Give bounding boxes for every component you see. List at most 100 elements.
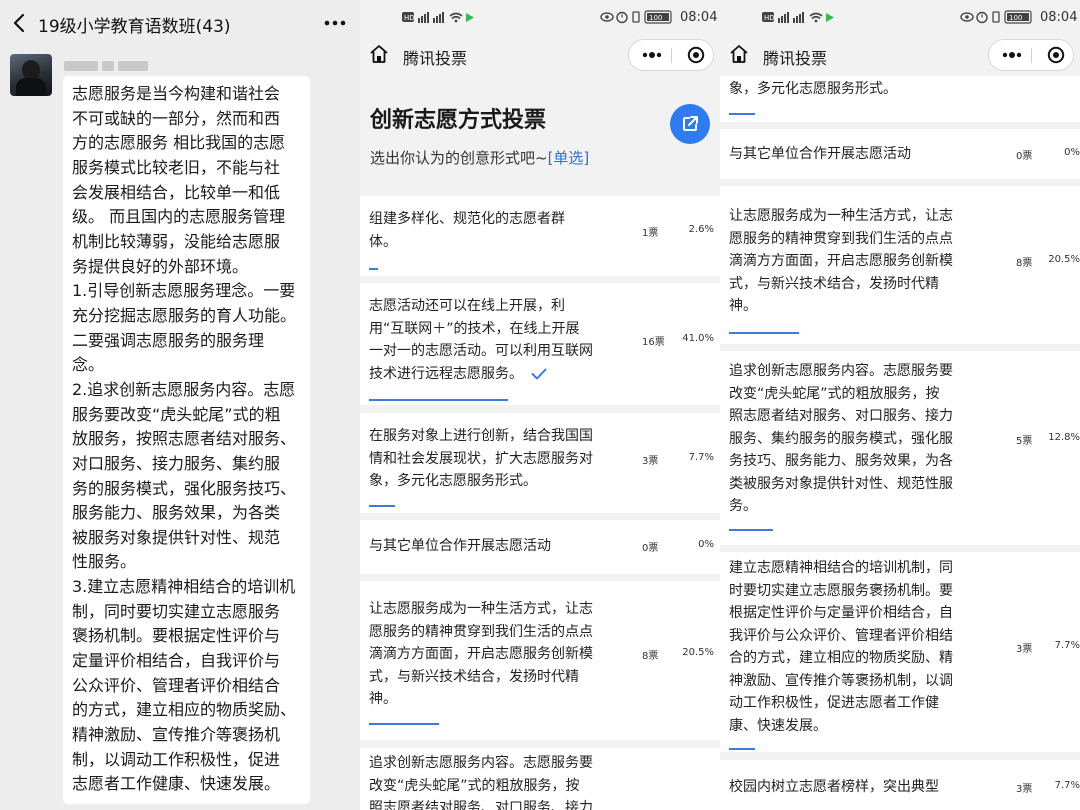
vote-option[interactable]: 志愿活动还可以在线上开展，利 用“互联网＋”的技术，在线上开展 一对一的志愿活动。可… — [360, 283, 720, 405]
vote-percentage: 0% — [1064, 147, 1080, 159]
vote-option[interactable]: 与其它单位合作开展志愿活动 0票 0% — [360, 520, 720, 574]
vote-option[interactable]: 与其它单位合作开展志愿活动 0票 0% — [720, 129, 1080, 179]
vote-progress-bar — [729, 529, 773, 531]
message-line: 的方式，建立相应的物质奖励、 — [72, 700, 297, 720]
system-status: 100 08:04 — [960, 9, 1077, 25]
vote-option-line: 象，多元化志愿服务形式。 — [729, 81, 897, 97]
single-choice-tag: [单选] — [547, 149, 590, 167]
vote-option-line: 志愿活动还可以在线上开展，利 — [369, 298, 565, 314]
vote-option-line: 式，与新兴技术结合，发扬时代精 — [369, 668, 579, 685]
mini-program-bar: 腾讯投票 — [720, 36, 1080, 76]
vote-option-line: 象，多元化志愿服务形式。 — [369, 473, 537, 489]
vote-option[interactable]: 在服务对象上进行创新，结合我国国 情和社会发展现状，扩大志愿服务对 象，多元化志愿服… — [360, 413, 720, 513]
message-line: 二要强调志愿服务的服务理 — [72, 330, 265, 350]
vote-option-line: 务技巧、服务能力、服务效果，为各 — [729, 453, 953, 469]
more-icon[interactable] — [641, 47, 663, 63]
chat-panel: 19级小学教育语数班(43) 志愿服务是当今构建和谐社会 不可或缺的一部分，然而和… — [0, 0, 360, 810]
message-line: 性服务。 — [72, 552, 137, 572]
vote-option-line: 神。 — [729, 298, 757, 314]
battery-level: 100 — [649, 14, 662, 22]
vote-percentage: 7.7% — [1054, 780, 1080, 792]
vote-option-text: 在服务对象上进行创新，结合我国国 情和社会发展现状，扩大志愿服务对 象，多元化志愿服… — [369, 425, 607, 493]
vote-count: 16票 — [642, 337, 665, 348]
message-line: 念。 — [72, 355, 105, 375]
vote-option-text: 象，多元化志愿服务形式。 — [729, 78, 967, 101]
vote-panel-scrolled: HD 100 08:04 腾讯投票 象，多元化志愿服务形式。 与其它单位合作开展… — [720, 0, 1080, 810]
vote-option-line: 神激励、宣传推介等褒扬机制，以调 — [729, 672, 953, 689]
message-line: 被服务对象提供针对性、规范 — [72, 527, 281, 547]
vote-progress-bar — [729, 748, 755, 750]
vote-option[interactable]: 让志愿服务成为一种生活方式，让志 愿服务的精神贯穿到我们生活的点点 滴滴方方面面，开… — [360, 581, 720, 740]
vote-count: 3票 — [642, 455, 659, 467]
share-button[interactable] — [670, 104, 710, 144]
svg-text:HD: HD — [404, 14, 415, 22]
avatar[interactable] — [10, 54, 52, 96]
vote-progress-bar — [369, 723, 439, 725]
message-line: 对口服务、接力服务、集约服 — [72, 453, 281, 473]
vote-progress-bar — [369, 505, 395, 507]
message-line: 放服务，按照志愿者结对服务、 — [72, 429, 297, 449]
vote-option-line: 动工作积极性，促进志愿者工作健 — [729, 695, 939, 711]
vote-option-line: 根据定性评价与定量评价相结合，自 — [729, 605, 953, 621]
message-line: 级。 而且国内的志愿服务管理 — [72, 207, 286, 227]
vote-option-line: 追求创新志愿服务内容。志愿服务要 — [729, 363, 953, 379]
vote-option-line: 用“互联网＋”的技术，在线上开展 — [369, 320, 580, 337]
status-bar: HD 100 08:04 — [720, 0, 1080, 36]
mini-program-title: 腾讯投票 — [763, 49, 828, 68]
home-icon[interactable] — [368, 43, 390, 65]
clock: 08:04 — [1040, 9, 1078, 25]
more-icon[interactable] — [1001, 47, 1023, 63]
message-bubble[interactable]: 志愿服务是当今构建和谐社会 不可或缺的一部分，然而和西 方的志愿服务 相比我国的志愿… — [63, 76, 310, 804]
vote-option-line: 改变“虎头蛇尾”式的粗放服务，按 — [369, 777, 580, 794]
vote-option[interactable]: 追求创新志愿服务内容。志愿服务要 改变“虎头蛇尾”式的粗放服务，按 照志愿者结对服务… — [360, 748, 720, 810]
message-line: 不可或缺的一部分，然而和西 — [72, 108, 281, 128]
clock: 08:04 — [680, 9, 718, 25]
vote-subtitle-text: 选出你认为的创意形式吧~ — [370, 149, 548, 167]
home-icon[interactable] — [728, 43, 750, 65]
message-line: 精神激励、宣传推介等褒扬机 — [72, 725, 281, 745]
vote-progress-bar — [729, 332, 799, 334]
vote-option-line: 时要切实建立志愿服务褒扬机制。要 — [729, 582, 953, 599]
vote-option[interactable]: 建立志愿精神相结合的培训机制，同 时要切实建立志愿服务褒扬机制。要 根据定性评价与定… — [720, 552, 1080, 752]
vote-option[interactable]: 校园内树立志愿者榜样，突出典型 3票 7.7% — [720, 760, 1080, 810]
vote-option[interactable]: 象，多元化志愿服务形式。 — [720, 76, 1080, 122]
message-line: 褒扬机制。要根据定性评价与 — [72, 626, 281, 646]
vote-option[interactable]: 让志愿服务成为一种生活方式，让志 愿服务的精神贯穿到我们生活的点点 滴滴方方面面，开… — [720, 186, 1080, 344]
vote-count: 0票 — [642, 543, 659, 555]
vote-option-text: 追求创新志愿服务内容。志愿服务要 改变“虎头蛇尾”式的粗放服务，按 照志愿者结对服务… — [729, 360, 967, 518]
vote-progress-bar — [369, 399, 508, 401]
message-line: 服务能力、服务效果，为各类 — [72, 503, 281, 523]
vote-option-line: 让志愿服务成为一种生活方式，让志 — [369, 601, 593, 617]
close-miniprogram-icon[interactable] — [1047, 46, 1065, 64]
message-line: 3.建立志愿精神相结合的培训机 — [72, 577, 296, 597]
vote-option-line: 照志愿者结对服务、对口服务、接力 — [729, 408, 953, 424]
chat-title: 19级小学教育语数班(43) — [38, 17, 231, 37]
selected-check-icon — [531, 368, 547, 379]
message-line: 务的服务模式，强化服务技巧、 — [72, 478, 297, 498]
vote-option-line: 服务、集约服务的服务模式，强化服 — [729, 430, 953, 447]
vote-option-text: 追求创新志愿服务内容。志愿服务要 改变“虎头蛇尾”式的粗放服务，按 照志愿者结对服务… — [369, 752, 607, 810]
vote-option-text: 建立志愿精神相结合的培训机制，同 时要切实建立志愿服务褒扬机制。要 根据定性评价与定… — [729, 557, 967, 737]
vote-option-line: 我评价与公众评价、管理者评价相结 — [729, 627, 953, 644]
vote-option-text: 校园内树立志愿者榜样，突出典型 — [729, 776, 967, 799]
close-miniprogram-icon[interactable] — [687, 46, 705, 64]
vote-panel-top: HD 100 08:04 腾讯投票 创新志愿方式投票 选出你认为的创意形式吧~[… — [360, 0, 720, 810]
back-arrow-icon[interactable] — [8, 10, 32, 36]
message-line: 务提供良好的外部环境。 — [72, 256, 249, 276]
vote-option-line: 愿服务的精神贯穿到我们生活的点点 — [729, 230, 953, 247]
message-line: 2.追求创新志愿服务内容。志愿 — [72, 379, 296, 399]
message-line: 定量评价相结合，自我评价与 — [72, 651, 281, 671]
vote-option-line: 情和社会发展现状，扩大志愿服务对 — [369, 450, 593, 467]
vote-option-line: 技术进行远程志愿服务。 — [369, 363, 607, 386]
vote-count: 1票 — [642, 227, 659, 239]
message-line: 机制比较薄弱，没能给志愿服 — [72, 231, 281, 251]
system-status: 100 08:04 — [600, 9, 717, 25]
capsule-menu — [628, 39, 714, 71]
vote-option-line: 类被服务对象提供针对性、规范性服 — [729, 475, 953, 492]
signal-icon: HD — [402, 12, 474, 23]
vote-subtitle: 选出你认为的创意形式吧~[单选] — [370, 147, 589, 168]
vote-option[interactable]: 追求创新志愿服务内容。志愿服务要 改变“虎头蛇尾”式的粗放服务，按 照志愿者结对服务… — [720, 351, 1080, 545]
more-options-icon[interactable] — [322, 14, 348, 32]
message-line: 志愿服务是当今构建和谐社会 — [72, 84, 281, 103]
vote-option[interactable]: 组建多样化、规范化的志愿者群 体。 1票 2.6% — [360, 196, 720, 276]
